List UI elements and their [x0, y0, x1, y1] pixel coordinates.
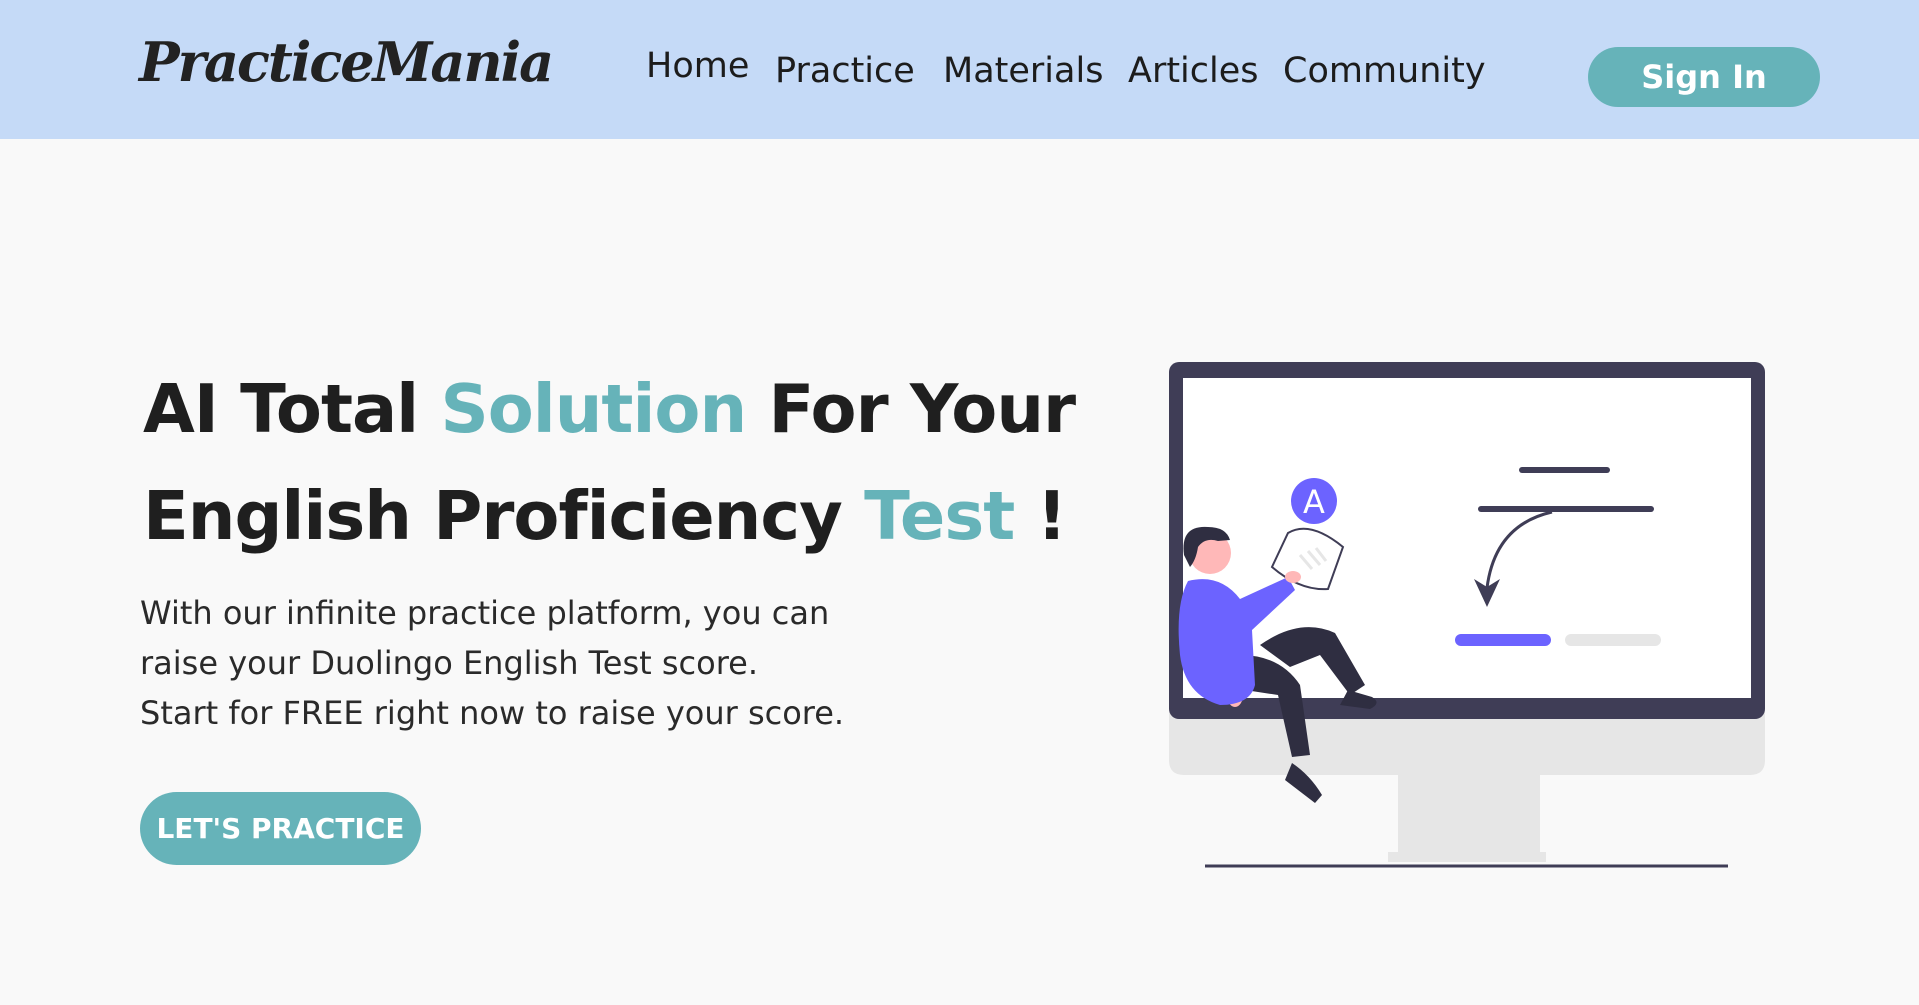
hero-title: AI Total Solution For Your English Profi…: [143, 356, 1076, 570]
nav-materials[interactable]: Materials: [943, 51, 1103, 91]
monitor-stand-base: [1388, 852, 1546, 862]
progress-bar-filled: [1455, 634, 1551, 646]
nav-community[interactable]: Community: [1283, 51, 1486, 91]
subtitle-line: Start for FREE right now to raise your s…: [140, 694, 845, 732]
lets-practice-button[interactable]: LET'S PRACTICE: [140, 792, 421, 865]
sign-in-button[interactable]: Sign In: [1588, 47, 1820, 107]
title-accent-test: Test: [864, 477, 1015, 555]
progress-bar-empty: [1565, 634, 1661, 646]
subtitle-line: raise your Duolingo English Test score.: [140, 644, 758, 682]
monitor-stand: [1398, 765, 1540, 860]
logo[interactable]: PracticeMania: [139, 30, 554, 94]
title-accent-solution: Solution: [440, 370, 747, 448]
monitor-chin: [1169, 712, 1765, 775]
person-hand-right: [1285, 571, 1301, 583]
hero-subtitle: With our infinite practice platform, you…: [140, 588, 844, 738]
badge-letter: A: [1303, 483, 1325, 521]
nav-articles[interactable]: Articles: [1128, 51, 1259, 91]
subtitle-line: With our infinite practice platform, you…: [140, 594, 830, 632]
hero-illustration: A: [1169, 362, 1765, 868]
nav-practice[interactable]: Practice: [775, 51, 915, 91]
site-header: PracticeMania Home Practice Materials Ar…: [0, 0, 1919, 139]
nav-home[interactable]: Home: [646, 46, 749, 86]
hero-title-line-1: AI Total Solution For Your: [143, 370, 1076, 448]
hero-title-line-2: English Proficiency Test !: [143, 477, 1067, 555]
